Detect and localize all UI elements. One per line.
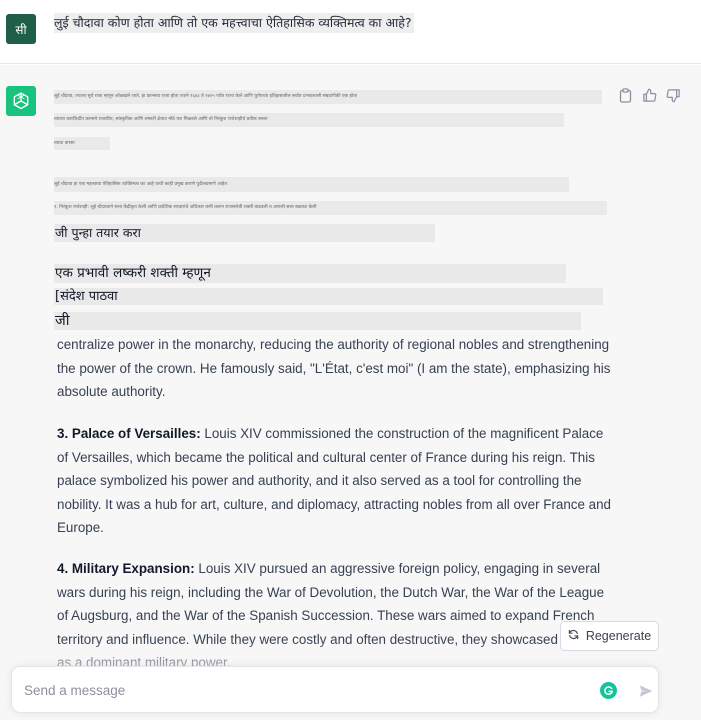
regenerate-button[interactable]: Regenerate xyxy=(560,621,659,651)
thumbs-up-icon[interactable] xyxy=(640,86,658,104)
user-avatar: सी xyxy=(6,14,36,44)
answer-paragraph: centralize power in the monarchy, reduci… xyxy=(57,337,611,400)
regenerate-label: Regenerate xyxy=(585,629,652,643)
garbled-text-line: त्याच्या कारकिर्दीत फ्रान्सने राजकीय, सा… xyxy=(54,113,564,127)
overlay-text-line: [संदेश पाठवा xyxy=(54,288,603,305)
user-message-row: सी लुई चौदावा कोण होता आणि तो एक महत्त्व… xyxy=(0,0,701,64)
garbled-text-line: लुई चौदावा, ज्याला सूर्य राजा म्हणून ओळख… xyxy=(54,90,602,104)
message-composer xyxy=(11,666,659,713)
garbled-text-line: १. निरंकुश राजेशाही: लुई चौदाव्याने सत्त… xyxy=(54,201,607,215)
user-message-text: लुई चौदावा कोण होता आणि तो एक महत्त्वाचा… xyxy=(54,13,414,33)
paragraph-heading: 4. Military Expansion: xyxy=(57,561,195,576)
refresh-icon xyxy=(568,629,579,643)
message-actions xyxy=(616,86,682,104)
paragraph-body: Louis XIV commissioned the construction … xyxy=(57,426,611,536)
garbled-text-line: त्याचा वारसा xyxy=(54,137,110,150)
grammarly-icon[interactable] xyxy=(600,682,617,699)
paragraph-heading: 3. Palace of Versailles: xyxy=(57,426,201,441)
garbled-text-line: लुई चौदावा हा एक महत्त्वाचा ऐतिहासिक व्य… xyxy=(54,177,569,192)
clipboard-icon[interactable] xyxy=(616,86,634,104)
overlay-text-line: जी xyxy=(54,312,581,330)
overlay-text-line: जी पुन्हा तयार करा xyxy=(54,224,435,242)
overlay-text-line: एक प्रभावी लष्करी शक्ती म्हणून xyxy=(54,264,566,283)
thumbs-down-icon[interactable] xyxy=(664,86,682,104)
message-input[interactable] xyxy=(24,680,584,700)
answer-paragraph: 3. Palace of Versailles: Louis XIV commi… xyxy=(57,422,617,540)
send-icon[interactable] xyxy=(636,681,656,701)
openai-logo-icon xyxy=(6,86,36,116)
assistant-message-row: लुई चौदावा, ज्याला सूर्य राजा म्हणून ओळख… xyxy=(0,65,701,720)
